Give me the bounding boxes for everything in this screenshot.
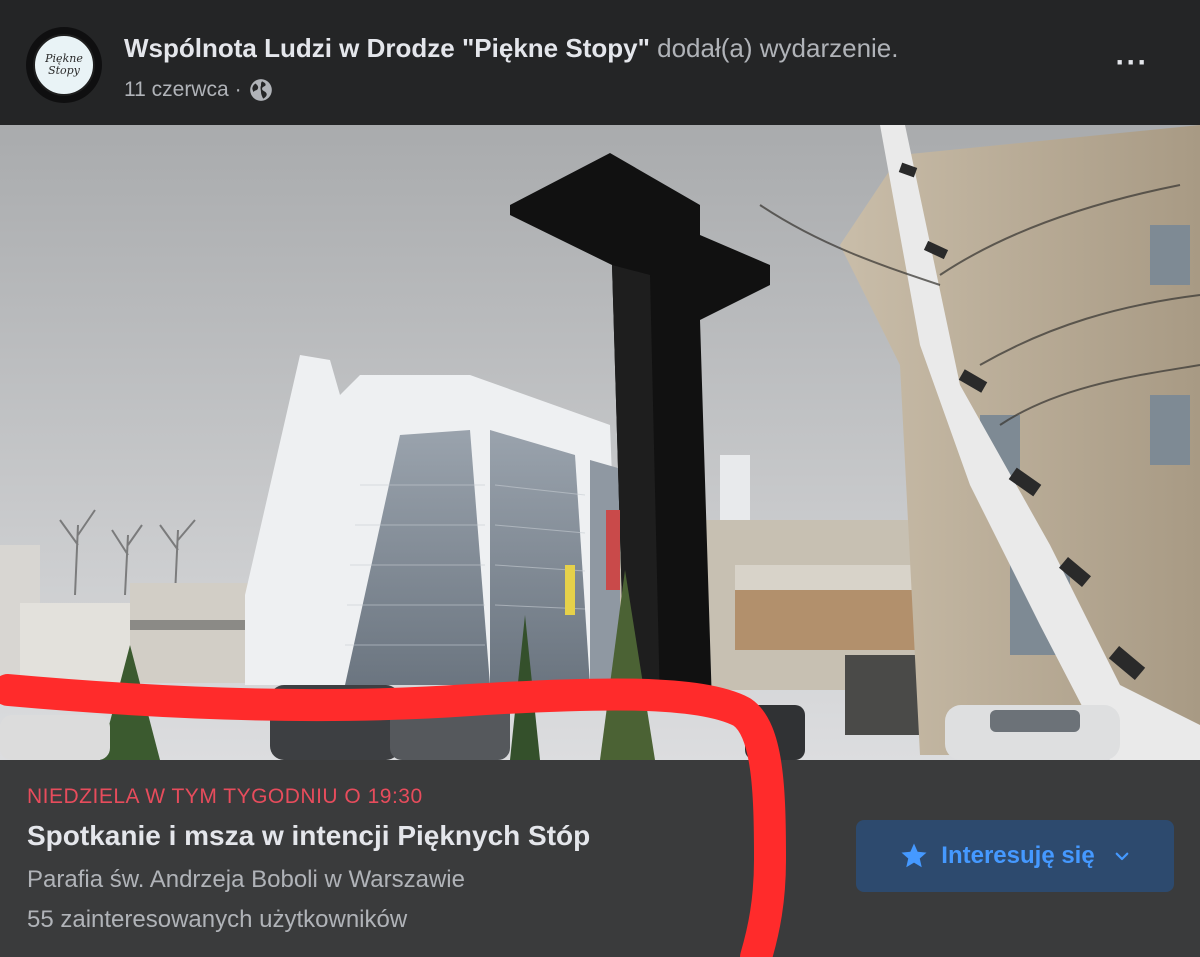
- event-location: Parafia św. Andrzeja Boboli w Warszawie: [27, 866, 465, 893]
- interested-button-label: Interesuję się: [941, 842, 1095, 869]
- event-cover-photo[interactable]: [0, 125, 1200, 760]
- globe-icon[interactable]: [248, 77, 274, 103]
- avatar-text-line2: Stopy: [48, 64, 80, 77]
- author-line: Wspólnota Ludzi w Drodze "Piękne Stopy" …: [124, 32, 899, 64]
- church-cross-photo: [0, 125, 1200, 760]
- more-dots-icon: ···: [1115, 46, 1149, 79]
- event-title-link[interactable]: Spotkanie i msza w intencji Pięknych Stó…: [27, 818, 590, 854]
- event-date-label: NIEDZIELA W TYM TYGODNIU O 19:30: [27, 785, 423, 808]
- interested-button[interactable]: Interesuję się: [856, 820, 1174, 892]
- meta-separator: ·: [234, 78, 242, 101]
- avatar-logo: Piękne Stopy: [33, 34, 95, 96]
- event-details[interactable]: NIEDZIELA W TYM TYGODNIU O 19:30 Spotkan…: [0, 760, 1200, 957]
- chevron-down-icon: [1115, 852, 1129, 861]
- more-options-button[interactable]: ···: [1112, 46, 1152, 79]
- author-name-link[interactable]: Wspólnota Ludzi w Drodze "Piękne Stopy": [124, 33, 650, 63]
- author-action-text: dodał(a) wydarzenie.: [657, 33, 899, 63]
- post-date-link[interactable]: 11 czerwca: [124, 76, 229, 104]
- post-header: Piękne Stopy Wspólnota Ludzi w Drodze "P…: [0, 0, 1200, 125]
- page-avatar[interactable]: Piękne Stopy: [26, 27, 102, 103]
- star-icon: [901, 843, 927, 868]
- event-interested-count: 55 zainteresowanych użytkowników: [27, 906, 408, 933]
- post-meta: 11 czerwca ·: [124, 76, 274, 104]
